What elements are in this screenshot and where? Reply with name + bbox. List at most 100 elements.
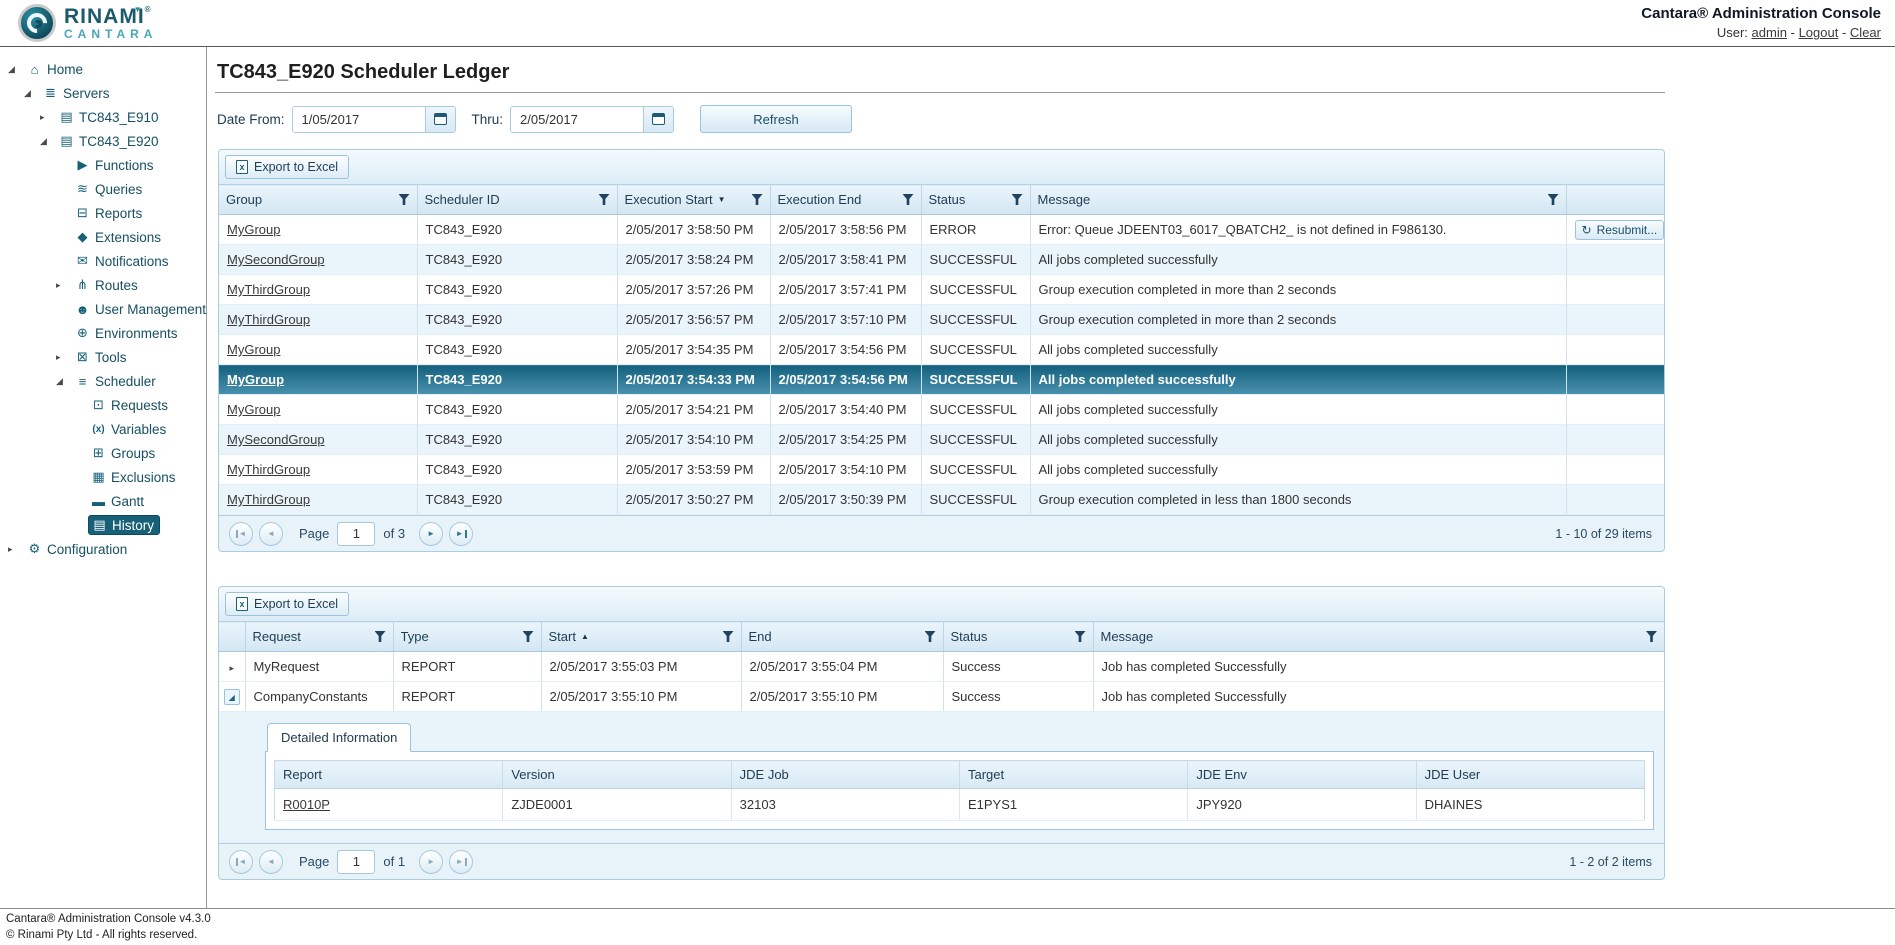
- ledger-header-cell[interactable]: Message: [1030, 185, 1566, 215]
- pager-last-button[interactable]: ►: [449, 522, 473, 546]
- group-link[interactable]: MySecondGroup: [227, 432, 325, 447]
- pager-prev-button[interactable]: ◄: [259, 522, 283, 546]
- group-link[interactable]: MyThirdGroup: [227, 462, 310, 477]
- thru-calendar-button[interactable]: [643, 107, 673, 132]
- rinami-cantara-logo[interactable]: RINAMI▼® CANTARA: [18, 4, 157, 42]
- pager-next-button[interactable]: ►: [419, 522, 443, 546]
- ledger-header-cell[interactable]: Scheduler ID: [417, 185, 617, 215]
- requests-row[interactable]: ◢CompanyConstantsREPORT2/05/2017 3:55:10…: [219, 682, 1664, 712]
- filter-icon[interactable]: [1075, 631, 1086, 642]
- sidebar-item-extensions[interactable]: ◆Extensions: [0, 225, 206, 249]
- tree-expander-icon[interactable]: ▸: [56, 280, 72, 291]
- ledger-row[interactable]: MyThirdGroupTC843_E9202/05/2017 3:57:26 …: [219, 275, 1664, 305]
- resubmit-button[interactable]: ↻Resubmit...: [1575, 220, 1665, 240]
- sidebar-item-routes[interactable]: ▸⋔Routes: [0, 273, 206, 297]
- filter-icon[interactable]: [399, 194, 410, 205]
- sidebar-item-servers[interactable]: ◢≣Servers: [0, 81, 206, 105]
- ledger-row[interactable]: MyGroupTC843_E9202/05/2017 3:54:33 PM2/0…: [219, 365, 1664, 395]
- filter-icon[interactable]: [1646, 631, 1657, 642]
- tree-expander-icon[interactable]: ◢: [56, 376, 72, 387]
- group-link[interactable]: MySecondGroup: [227, 252, 325, 267]
- tab-detailed-information[interactable]: Detailed Information: [267, 723, 411, 752]
- group-link[interactable]: MyThirdGroup: [227, 492, 310, 507]
- group-link[interactable]: MyThirdGroup: [227, 282, 310, 297]
- sidebar-item-environments[interactable]: ⊕Environments: [0, 321, 206, 345]
- ledger-header-cell[interactable]: Group: [219, 185, 417, 215]
- ledger-header-cell[interactable]: Status: [921, 185, 1030, 215]
- date-from-input[interactable]: [293, 107, 425, 132]
- group-link[interactable]: MyGroup: [227, 222, 280, 237]
- filter-icon[interactable]: [903, 194, 914, 205]
- sidebar-item-history[interactable]: ▤History: [0, 513, 206, 537]
- filter-icon[interactable]: [523, 631, 534, 642]
- pager-last-button[interactable]: ►: [449, 850, 473, 874]
- clear-link[interactable]: Clear: [1850, 25, 1881, 40]
- requests-header-cell[interactable]: Message: [1093, 622, 1664, 652]
- requests-header-cell[interactable]: End: [741, 622, 943, 652]
- filter-icon[interactable]: [752, 194, 763, 205]
- ledger-row[interactable]: MyGroupTC843_E9202/05/2017 3:54:21 PM2/0…: [219, 395, 1664, 425]
- filter-icon[interactable]: [1548, 194, 1559, 205]
- group-link[interactable]: MyGroup: [227, 402, 280, 417]
- refresh-button[interactable]: Refresh: [700, 105, 852, 133]
- ledger-header-cell[interactable]: Execution End: [770, 185, 921, 215]
- tree-expander-icon[interactable]: ◢: [8, 64, 24, 75]
- filter-icon[interactable]: [1012, 194, 1023, 205]
- filter-icon[interactable]: [925, 631, 936, 642]
- ledger-row[interactable]: MyGroupTC843_E9202/05/2017 3:54:35 PM2/0…: [219, 335, 1664, 365]
- pager-next-button[interactable]: ►: [419, 850, 443, 874]
- sidebar-item-variables[interactable]: (x)Variables: [0, 417, 206, 441]
- pager-prev-button[interactable]: ◄: [259, 850, 283, 874]
- group-link[interactable]: MyGroup: [227, 342, 280, 357]
- sidebar-item-tc843-e910[interactable]: ▸▤TC843_E910: [0, 105, 206, 129]
- sidebar-item-queries[interactable]: ≋Queries: [0, 177, 206, 201]
- ledger-row[interactable]: MySecondGroupTC843_E9202/05/2017 3:58:24…: [219, 245, 1664, 275]
- tree-expander-icon[interactable]: ◢: [40, 136, 56, 147]
- sidebar-item-configuration[interactable]: ▸⚙Configuration: [0, 537, 206, 561]
- sidebar-item-reports[interactable]: ⊟Reports: [0, 201, 206, 225]
- tree-expander-icon[interactable]: ◢: [24, 88, 40, 99]
- tree-expander-icon[interactable]: ▸: [40, 112, 56, 123]
- ledger-page-input[interactable]: [337, 522, 375, 546]
- requests-row[interactable]: ▸MyRequestREPORT2/05/2017 3:55:03 PM2/05…: [219, 652, 1664, 682]
- sidebar-item-tc843-e920[interactable]: ◢▤TC843_E920: [0, 129, 206, 153]
- filter-icon[interactable]: [599, 194, 610, 205]
- filter-icon[interactable]: [723, 631, 734, 642]
- sidebar-item-scheduler[interactable]: ◢≡Scheduler: [0, 369, 206, 393]
- requests-header-cell[interactable]: Request: [245, 622, 393, 652]
- group-link[interactable]: MyThirdGroup: [227, 312, 310, 327]
- filter-icon[interactable]: [375, 631, 386, 642]
- ledger-row[interactable]: MySecondGroupTC843_E9202/05/2017 3:54:10…: [219, 425, 1664, 455]
- logout-link[interactable]: Logout: [1799, 25, 1839, 40]
- requests-export-to-excel-button[interactable]: x Export to Excel: [225, 592, 349, 616]
- thru-input[interactable]: [511, 107, 643, 132]
- ledger-header-cell[interactable]: Execution Start▼: [617, 185, 770, 215]
- pager-first-button[interactable]: ◄: [229, 850, 253, 874]
- sidebar-item-notifications[interactable]: ✉Notifications: [0, 249, 206, 273]
- requests-header-cell[interactable]: Type: [393, 622, 541, 652]
- report-link[interactable]: R0010P: [283, 797, 330, 812]
- expand-row-icon[interactable]: ▸: [227, 664, 237, 674]
- ledger-row[interactable]: MyThirdGroupTC843_E9202/05/2017 3:50:27 …: [219, 485, 1664, 515]
- sidebar-item-user-management[interactable]: ☻User Management: [0, 297, 206, 321]
- ledger-export-to-excel-button[interactable]: x Export to Excel: [225, 155, 349, 179]
- requests-header-cell[interactable]: Start▲: [541, 622, 741, 652]
- requests-header-cell[interactable]: Status: [943, 622, 1093, 652]
- group-link[interactable]: MyGroup: [227, 372, 284, 387]
- sidebar-item-exclusions[interactable]: ▦Exclusions: [0, 465, 206, 489]
- sidebar-item-gantt[interactable]: ▬Gantt: [0, 489, 206, 513]
- sidebar-item-functions[interactable]: ▶Functions: [0, 153, 206, 177]
- ledger-row[interactable]: MyThirdGroupTC843_E9202/05/2017 3:56:57 …: [219, 305, 1664, 335]
- tree-expander-icon[interactable]: ▸: [8, 544, 24, 555]
- ledger-row[interactable]: MyGroupTC843_E9202/05/2017 3:58:50 PM2/0…: [219, 215, 1664, 245]
- sidebar-item-requests[interactable]: ⊡Requests: [0, 393, 206, 417]
- ledger-row[interactable]: MyThirdGroupTC843_E9202/05/2017 3:53:59 …: [219, 455, 1664, 485]
- date-from-calendar-button[interactable]: [425, 107, 455, 132]
- collapse-row-icon[interactable]: ◢: [224, 689, 240, 705]
- sidebar-item-home[interactable]: ◢⌂Home: [0, 57, 206, 81]
- pager-first-button[interactable]: ◄: [229, 522, 253, 546]
- sidebar-item-groups[interactable]: ⊞Groups: [0, 441, 206, 465]
- tree-expander-icon[interactable]: ▸: [56, 352, 72, 363]
- sidebar-item-tools[interactable]: ▸⊠Tools: [0, 345, 206, 369]
- user-name-link[interactable]: admin: [1752, 25, 1787, 40]
